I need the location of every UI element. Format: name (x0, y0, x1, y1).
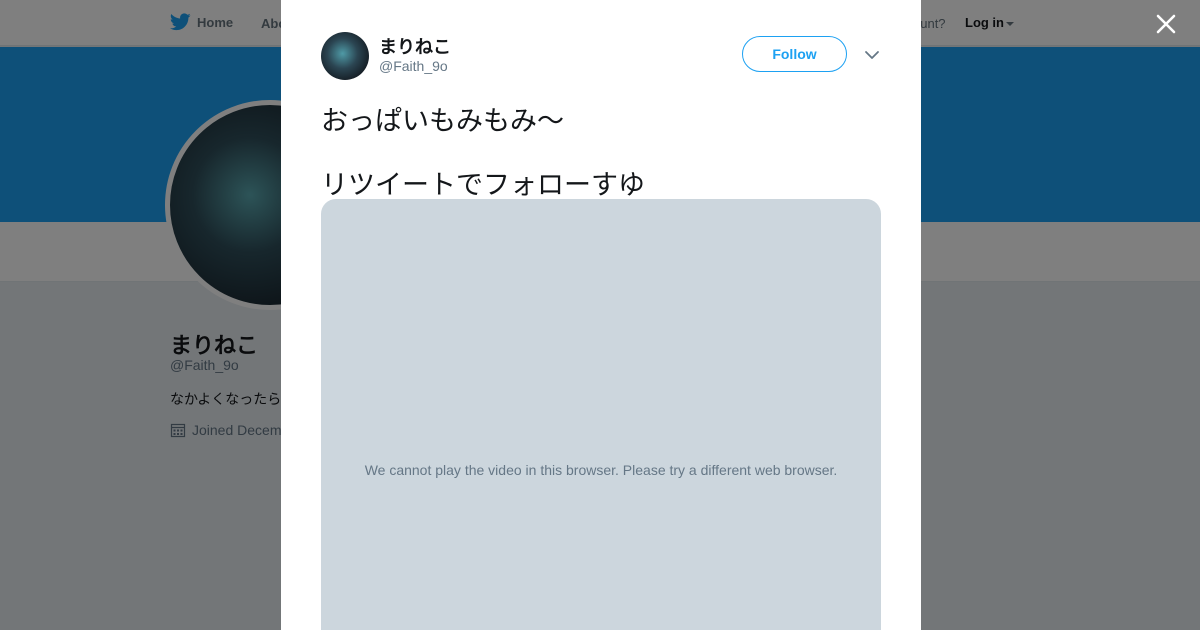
chevron-down-icon (865, 51, 879, 59)
tweet-text-line: おっぱいもみもみ〜 (321, 106, 564, 137)
close-icon (1156, 14, 1176, 34)
tweet-video-container[interactable]: We cannot play the video in this browser… (321, 199, 881, 630)
close-modal-button[interactable] (1154, 12, 1178, 36)
more-options-button[interactable] (863, 46, 881, 64)
tweet-modal: まりねこ @Faith_9o Follow おっぱいもみもみ〜 リツイートでフォ… (281, 0, 921, 630)
tweet-author-handle[interactable]: @Faith_9o (379, 58, 448, 74)
follow-button[interactable]: Follow (742, 36, 847, 72)
video-unsupported-message: We cannot play the video in this browser… (364, 462, 838, 478)
tweet-author-avatar[interactable] (321, 32, 369, 80)
tweet-author-name[interactable]: まりねこ (379, 33, 451, 59)
